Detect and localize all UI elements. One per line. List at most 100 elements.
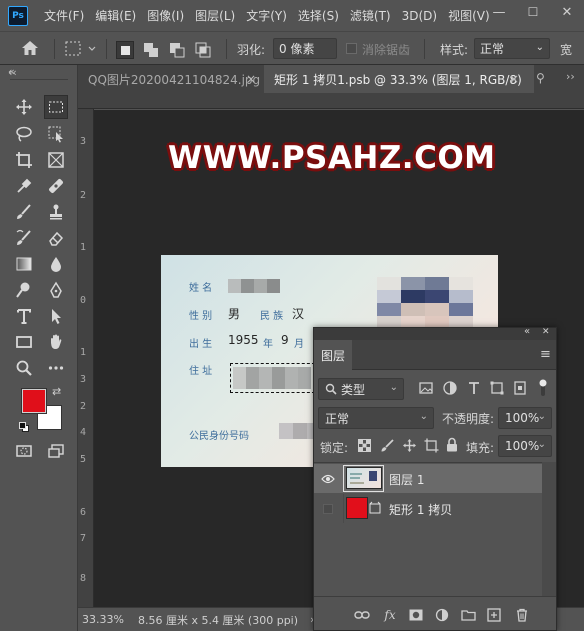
- new-layer-icon[interactable]: [486, 607, 502, 623]
- menu-file[interactable]: 文件(F): [44, 7, 84, 24]
- image-filter-icon[interactable]: [418, 380, 434, 396]
- subtract-from-selection-icon[interactable]: [168, 41, 186, 59]
- object-selection-icon[interactable]: [44, 122, 68, 146]
- feather-input[interactable]: 0 像素: [273, 38, 337, 59]
- panel-close-icon[interactable]: ✕: [542, 327, 550, 337]
- add-to-selection-icon[interactable]: [142, 41, 160, 59]
- blend-mode-select[interactable]: 正常 ⌄: [318, 407, 434, 429]
- add-mask-icon[interactable]: [408, 607, 424, 623]
- brush-icon[interactable]: [12, 200, 36, 224]
- hand-tool-icon[interactable]: [44, 330, 68, 354]
- tabs-collapse-icon[interactable]: «: [8, 65, 15, 78]
- shape-filter-icon[interactable]: [489, 380, 505, 396]
- menu-filter[interactable]: 滤镜(T): [350, 7, 391, 24]
- lock-artboard-icon[interactable]: [424, 438, 439, 453]
- quick-mask-icon[interactable]: [12, 439, 36, 463]
- history-brush-icon[interactable]: [12, 226, 36, 250]
- fill-value: 100%: [505, 439, 540, 453]
- rectangle-tool-icon[interactable]: [12, 330, 36, 354]
- layer-name[interactable]: 图层 1: [389, 471, 424, 488]
- rectangular-marquee-icon[interactable]: [44, 95, 68, 119]
- style-select[interactable]: 正常 ⌄: [474, 38, 550, 59]
- new-group-icon[interactable]: [460, 607, 476, 623]
- layers-scrollbar[interactable]: [542, 462, 556, 596]
- menu-type[interactable]: 文字(Y): [246, 7, 287, 24]
- lock-all-icon[interactable]: [445, 437, 459, 453]
- close-window-button[interactable]: ✕: [550, 0, 584, 24]
- menu-edit[interactable]: 编辑(E): [95, 7, 136, 24]
- chevron-down-icon: ⌄: [535, 42, 544, 53]
- ruler-number: 3: [80, 136, 87, 147]
- ruler-number: 2: [80, 190, 87, 201]
- screen-mode-icon[interactable]: [44, 439, 68, 463]
- gradient-icon[interactable]: [12, 252, 36, 276]
- lock-label: 锁定:: [320, 441, 349, 455]
- intersect-selection-icon[interactable]: [194, 41, 212, 59]
- zoom-tool-icon[interactable]: [12, 356, 36, 380]
- id-number-label: 公民身份号码: [189, 431, 249, 442]
- visibility-toggle[interactable]: [314, 494, 342, 523]
- tabs-overflow-icon[interactable]: ››: [566, 70, 575, 83]
- layer-style-icon[interactable]: fx: [382, 607, 398, 623]
- dodge-icon[interactable]: [12, 278, 36, 302]
- foreground-color-swatch[interactable]: [21, 388, 47, 414]
- move-tool-icon[interactable]: [12, 95, 36, 119]
- panel-title-bar[interactable]: « ✕: [314, 326, 556, 340]
- panel-collapse-icon[interactable]: «: [524, 326, 530, 337]
- eraser-icon[interactable]: [44, 226, 68, 250]
- menu-select[interactable]: 选择(S): [298, 7, 339, 24]
- eyedropper-icon[interactable]: [12, 174, 36, 198]
- pen-icon[interactable]: [44, 278, 68, 302]
- marquee-tool-preset-icon[interactable]: [64, 40, 98, 58]
- new-selection-icon[interactable]: [116, 41, 134, 59]
- menu-3d[interactable]: 3D(D): [402, 9, 437, 23]
- visibility-eye-icon[interactable]: [314, 464, 342, 493]
- adjustment-filter-icon[interactable]: [442, 380, 458, 396]
- blur-tool-icon[interactable]: [44, 252, 68, 276]
- fill-label: 填充:: [466, 441, 495, 455]
- minimize-button[interactable]: —: [482, 0, 516, 24]
- tab-qq-image[interactable]: QQ图片20200421104824.jpg: [78, 65, 264, 93]
- menu-image[interactable]: 图像(I): [147, 7, 184, 24]
- layer-row[interactable]: 矩形 1 拷贝: [314, 494, 542, 523]
- lock-transparency-icon[interactable]: [358, 439, 371, 452]
- menu-layer[interactable]: 图层(L): [195, 7, 235, 24]
- clone-stamp-icon[interactable]: [44, 200, 68, 224]
- panel-menu-icon[interactable]: ≡: [540, 347, 551, 362]
- antialias-label: 消除锯齿: [362, 43, 411, 57]
- layer-name[interactable]: 矩形 1 拷贝: [389, 501, 452, 518]
- crop-icon[interactable]: [12, 148, 36, 172]
- more-tools-icon[interactable]: [44, 356, 68, 380]
- close-tab-icon[interactable]: ×: [509, 72, 519, 86]
- lasso-icon[interactable]: [12, 122, 36, 146]
- link-layers-icon[interactable]: [354, 607, 370, 623]
- tab-label: QQ图片20200421104824.jpg: [88, 72, 261, 87]
- lock-position-icon[interactable]: [402, 438, 417, 453]
- frame-tool-icon[interactable]: [44, 148, 68, 172]
- fill-input[interactable]: 100% ⌄: [498, 435, 552, 457]
- photoshop-logo: Ps: [8, 5, 28, 26]
- type-filter-icon[interactable]: [466, 380, 482, 396]
- close-tab-icon[interactable]: ×: [246, 72, 256, 86]
- tab-psb-document[interactable]: 矩形 1 拷贝1.psb @ 33.3% (图层 1, RGB/8): [264, 65, 534, 93]
- adjustment-layer-icon[interactable]: [434, 607, 450, 623]
- tab-layers[interactable]: 图层: [314, 340, 352, 370]
- maximize-button[interactable]: ☐: [516, 0, 550, 24]
- type-tool-icon[interactable]: [12, 304, 36, 328]
- smart-object-filter-icon[interactable]: [512, 380, 528, 396]
- healing-brush-icon[interactable]: [44, 174, 68, 198]
- antialias-checkbox[interactable]: [346, 43, 357, 54]
- lock-pixels-icon[interactable]: [380, 438, 395, 453]
- default-colors-icon[interactable]: [19, 421, 29, 432]
- path-selection-icon[interactable]: [44, 304, 68, 328]
- style-label: 样式:: [440, 43, 469, 57]
- layer-filter-select[interactable]: 类型 ⌄: [318, 378, 404, 400]
- filter-toggle[interactable]: [538, 378, 548, 398]
- home-icon[interactable]: [20, 39, 44, 59]
- zoom-level[interactable]: 33.33%: [82, 613, 124, 626]
- swap-colors-icon[interactable]: ⇄: [52, 385, 61, 398]
- selection-marquee[interactable]: [230, 363, 315, 393]
- opacity-input[interactable]: 100% ⌄: [498, 407, 552, 429]
- layer-row-selected[interactable]: 图层 1: [314, 464, 542, 493]
- delete-layer-icon[interactable]: [514, 607, 530, 623]
